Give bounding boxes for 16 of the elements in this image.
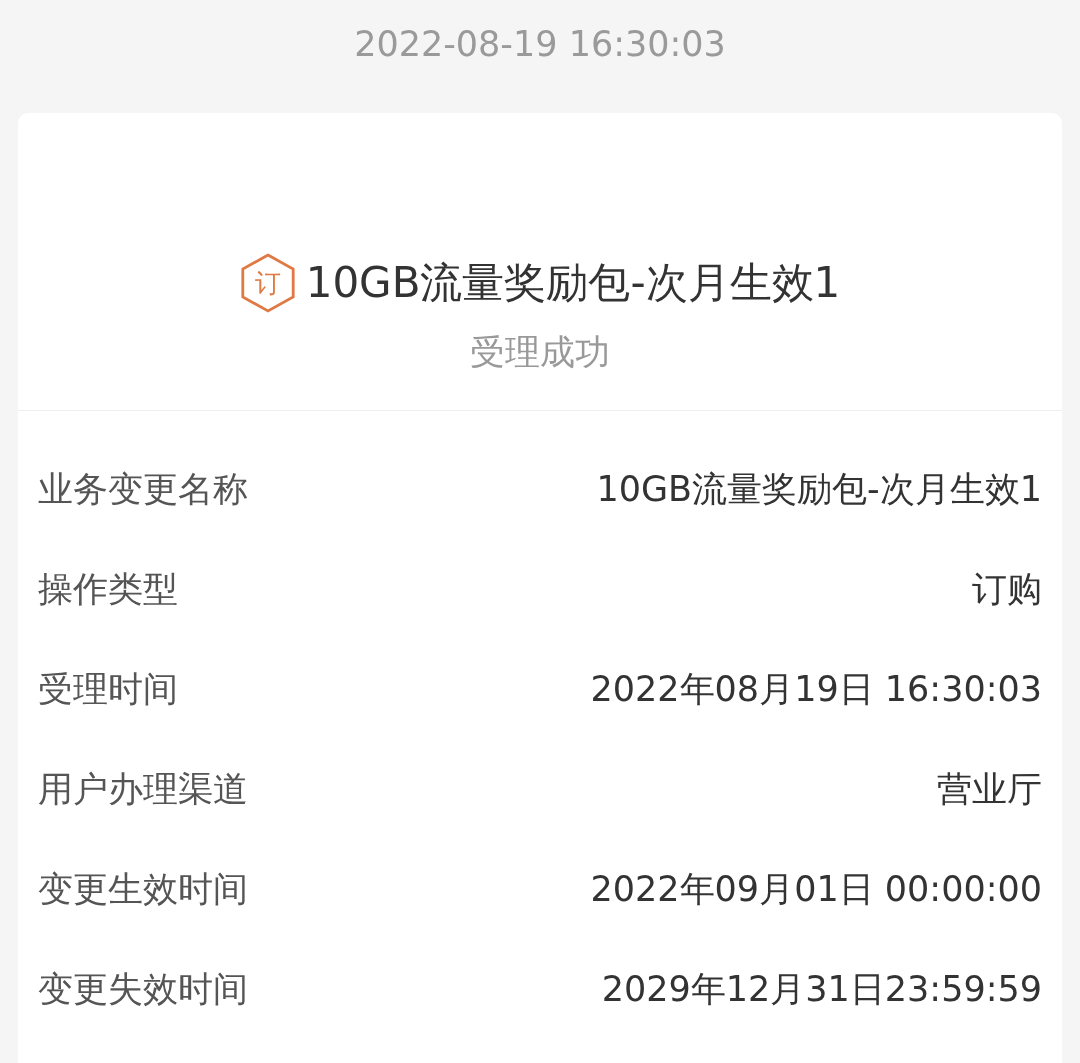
detail-value: 订购 xyxy=(972,567,1042,611)
detail-label: 操作类型 xyxy=(38,567,178,611)
detail-value: 2029年12月31日23:59:59 xyxy=(601,967,1042,1011)
detail-value: 营业厅 xyxy=(937,767,1042,811)
detail-value: 2022年09月01日 00:00:00 xyxy=(590,867,1042,911)
detail-label: 业务变更名称 xyxy=(38,467,248,511)
timestamp: 2022-08-19 16:30:03 xyxy=(354,23,726,66)
detail-label: 变更失效时间 xyxy=(38,967,248,1011)
status-text: 受理成功 xyxy=(470,331,610,374)
detail-value: 2022年08月19日 16:30:03 xyxy=(590,667,1042,711)
detail-label: 受理时间 xyxy=(38,667,178,711)
detail-value: 10GB流量奖励包-次月生效1 xyxy=(596,467,1042,511)
order-badge: 订 xyxy=(239,253,296,313)
detail-label: 用户办理渠道 xyxy=(38,767,248,811)
detail-label: 变更生效时间 xyxy=(38,867,248,911)
package-title: 10GB流量奖励包-次月生效1 xyxy=(305,257,841,309)
